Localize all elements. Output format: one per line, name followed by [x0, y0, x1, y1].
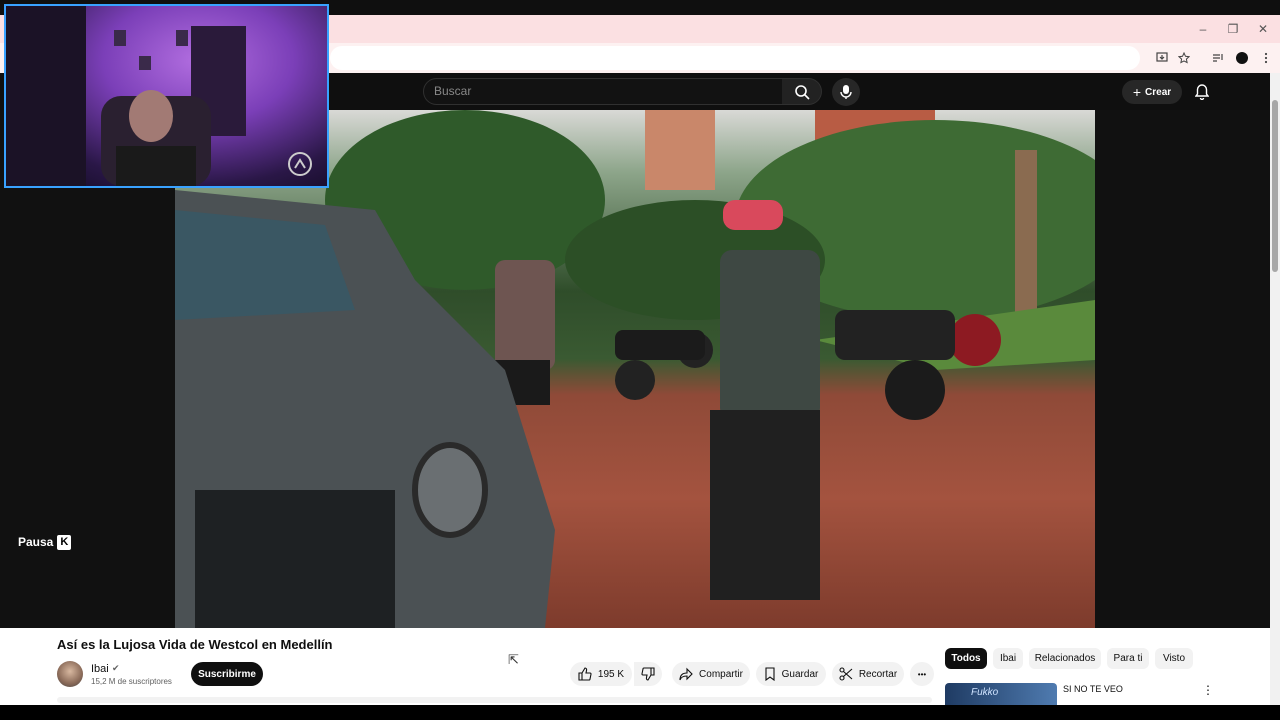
channel-avatar[interactable] — [57, 661, 83, 687]
recommendation-menu-icon[interactable]: ⋮ — [1202, 683, 1214, 697]
clip-label: Recortar — [858, 668, 898, 680]
screen-bottom-edge — [0, 705, 1280, 720]
scrollbar-thumb[interactable] — [1272, 100, 1278, 272]
bell-icon — [1195, 84, 1209, 100]
thumbs-up-icon — [578, 667, 592, 681]
video-title: Así es la Lujosa Vida de Westcol en Mede… — [57, 637, 333, 652]
address-bar[interactable] — [330, 46, 1140, 70]
chip-relacionados[interactable]: Relacionados — [1029, 648, 1101, 669]
create-label: Crear — [1145, 86, 1172, 98]
thumbs-down-icon — [641, 667, 655, 681]
pause-tooltip: Pausa K — [18, 532, 72, 552]
description-box-edge — [57, 697, 932, 703]
mouse-cursor-icon: ⇱ — [508, 652, 519, 667]
bookmark-icon — [765, 667, 775, 681]
tooltip-shortcut-key: K — [57, 534, 72, 550]
search-button[interactable] — [782, 78, 822, 105]
verified-check-icon: ✔ — [112, 663, 120, 673]
dislike-button[interactable] — [634, 662, 662, 686]
chip-visto[interactable]: Visto — [1155, 648, 1193, 669]
chip-ibai[interactable]: Ibai — [993, 648, 1023, 669]
chip-todos[interactable]: Todos — [945, 648, 987, 669]
save-label: Guardar — [781, 668, 819, 680]
scissors-icon — [839, 667, 853, 681]
more-actions-button[interactable]: ••• — [910, 662, 934, 686]
webcam-overlay — [4, 4, 329, 188]
maximize-button[interactable]: ❐ — [1218, 15, 1248, 43]
tooltip-label: Pausa — [18, 535, 54, 549]
recommendation-title[interactable]: SI NO TE VEO — [1063, 684, 1123, 694]
media-controls-icon[interactable] — [1208, 48, 1228, 68]
share-button[interactable]: Compartir — [672, 662, 750, 686]
channel-name[interactable]: Ibai — [91, 663, 109, 675]
search-input[interactable]: Buscar — [423, 78, 783, 105]
share-icon — [679, 667, 693, 681]
like-count: 195 K — [597, 668, 625, 680]
bookmark-star-icon[interactable] — [1174, 48, 1194, 68]
subscriber-count: 15,2 M de suscriptores — [91, 677, 172, 686]
subscribe-button[interactable]: Suscribirme — [191, 662, 263, 686]
browser-menu-icon[interactable] — [1256, 48, 1276, 68]
like-button[interactable]: 195 K — [570, 662, 632, 686]
share-label: Compartir — [699, 668, 743, 680]
microphone-icon — [840, 85, 852, 99]
recommendation-thumbnail[interactable]: Fukko — [945, 683, 1057, 705]
close-window-button[interactable]: ✕ — [1248, 15, 1278, 43]
voice-search-button[interactable] — [832, 78, 860, 106]
plus-icon: + — [1132, 84, 1142, 100]
clip-button[interactable]: Recortar — [832, 662, 904, 686]
save-button[interactable]: Guardar — [756, 662, 826, 686]
chip-para-ti[interactable]: Para ti — [1107, 648, 1149, 669]
create-button[interactable]: + Crear — [1122, 80, 1182, 104]
minimize-button[interactable]: – — [1188, 15, 1218, 43]
install-app-icon[interactable] — [1152, 48, 1172, 68]
profile-avatar-icon[interactable] — [1232, 48, 1252, 68]
search-icon — [794, 84, 810, 100]
notifications-button[interactable] — [1190, 80, 1214, 104]
